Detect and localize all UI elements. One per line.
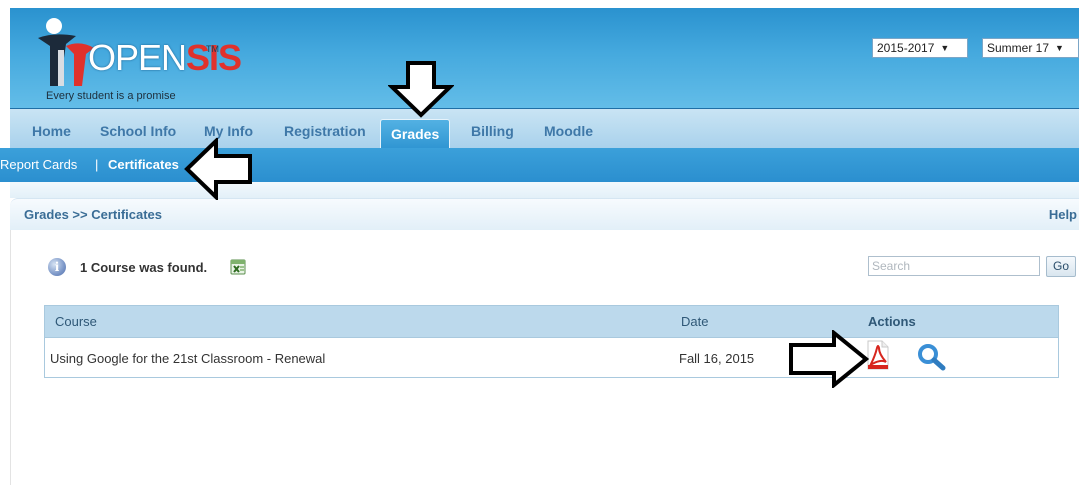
nav-grades[interactable]: Grades — [380, 119, 451, 149]
search-input[interactable] — [868, 256, 1040, 276]
term-value: Summer 17 — [987, 41, 1050, 55]
cell-course: Using Google for the 21st Classroom - Re… — [50, 351, 326, 366]
sub-nav: Report Cards | Certificates — [0, 148, 1079, 182]
logo-brand-open: OPEN — [88, 37, 187, 78]
logo-tagline: Every student is a promise — [46, 90, 176, 102]
column-header-date[interactable]: Date — [681, 314, 708, 329]
logo-trademark: TM — [206, 44, 219, 54]
nav-home[interactable]: Home — [32, 123, 71, 139]
nav-school-info[interactable]: School Info — [100, 123, 176, 139]
breadcrumb: Grades >> Certificates — [24, 207, 163, 222]
results-message: 1 Course was found. — [80, 260, 208, 275]
subnav-report-cards[interactable]: Report Cards — [0, 157, 77, 172]
zoom-icon[interactable] — [917, 343, 947, 371]
divider-band — [10, 182, 1079, 198]
subnav-separator: | — [95, 157, 99, 172]
nav-billing[interactable]: Billing — [471, 123, 514, 139]
school-year-value: 2015-2017 — [877, 41, 935, 55]
logo-figure-icon — [38, 18, 94, 86]
nav-registration[interactable]: Registration — [284, 123, 366, 139]
school-year-select[interactable]: 2015-2017 ▼ — [872, 38, 968, 58]
table-header: Course Date Actions — [45, 306, 1058, 338]
breadcrumb-bar: Grades >> Certificates Help — [10, 198, 1079, 230]
term-select[interactable]: Summer 17 ▼ — [982, 38, 1079, 58]
main-nav: Home School Info My Info Registration Gr… — [10, 108, 1079, 149]
chevron-down-icon: ▼ — [1055, 43, 1064, 53]
column-header-actions: Actions — [868, 314, 916, 329]
arrow-right-annotation — [789, 330, 870, 388]
app-header: OPENSIS TM Every student is a promise 20… — [10, 8, 1079, 108]
nav-moodle[interactable]: Moodle — [544, 123, 593, 139]
arrow-left-annotation — [184, 138, 252, 200]
go-button[interactable]: Go — [1046, 256, 1076, 277]
table-row: Using Google for the 21st Classroom - Re… — [45, 339, 1058, 377]
opensis-logo[interactable]: OPENSIS TM Every student is a promise — [36, 16, 242, 110]
subnav-certificates[interactable]: Certificates — [108, 157, 179, 172]
info-icon: i — [48, 258, 66, 276]
excel-icon[interactable] — [230, 259, 246, 275]
courses-table: Course Date Actions Using Google for the… — [44, 305, 1059, 378]
cell-date: Fall 16, 2015 — [679, 351, 755, 366]
arrow-down-annotation — [388, 61, 454, 118]
column-header-course[interactable]: Course — [55, 314, 97, 329]
help-link[interactable]: Help — [1049, 207, 1077, 222]
chevron-down-icon: ▼ — [940, 43, 950, 53]
nav-my-info[interactable]: My Info — [204, 123, 253, 139]
